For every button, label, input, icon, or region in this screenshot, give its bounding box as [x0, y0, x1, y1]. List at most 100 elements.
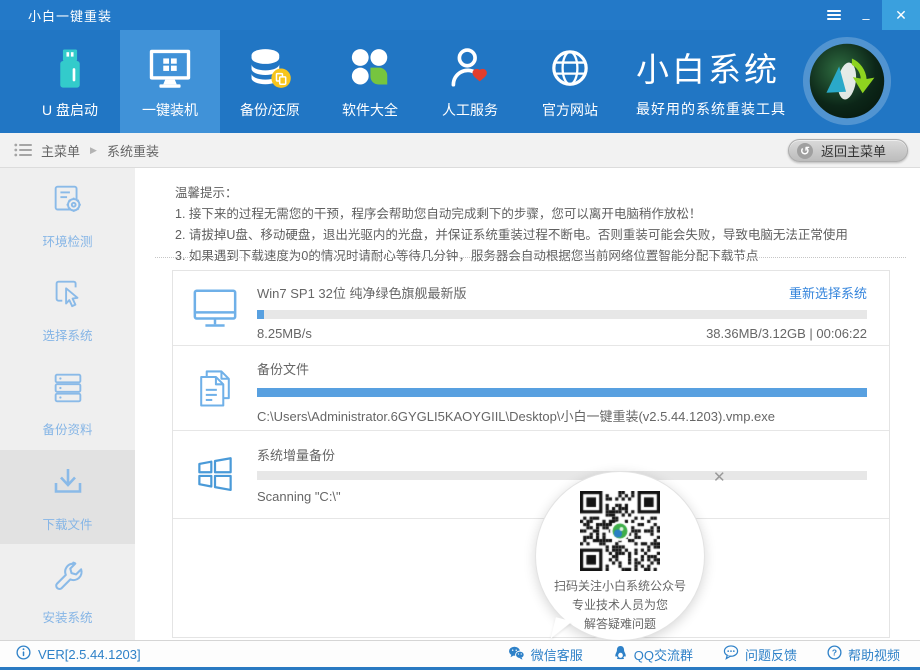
breadcrumb-current: 系统重装	[107, 141, 159, 160]
main-content: 温馨提示： 1. 接下来的过程无需您的干预，程序会帮助您自动完成剩下的步骤，您可…	[135, 168, 920, 640]
brand-subtitle: 最好用的系统重装工具	[636, 99, 786, 119]
sidebar-item-label: 备份资料	[42, 419, 92, 438]
nav-item-label: 人工服务	[442, 100, 498, 120]
back-arrow-icon: ↺	[797, 143, 813, 159]
sidebar-item-label: 下载文件	[42, 514, 92, 533]
window-controls: – ✕	[818, 0, 920, 30]
download-progress-fill	[257, 310, 264, 319]
qr-code	[580, 491, 660, 571]
footer-link-label: 帮助视频	[848, 645, 900, 664]
bubble-tail	[551, 617, 573, 642]
monitor-outline-icon	[173, 271, 257, 345]
monitor-icon	[144, 43, 196, 95]
env-check-icon	[49, 181, 87, 224]
select-system-icon	[49, 275, 87, 318]
qq-icon	[613, 645, 628, 663]
sidebar-item-label: 选择系统	[42, 325, 92, 344]
qr-caption-line: 扫码关注小白系统公众号	[536, 578, 704, 595]
apps-icon	[344, 43, 396, 95]
backup-file-path: C:\Users\Administrator.6GYGLI5KAOYGIIL\D…	[257, 406, 867, 425]
incremental-backup-title: 系统增量备份	[257, 445, 335, 464]
person-heart-icon	[444, 43, 496, 95]
nav-item-one-click-install[interactable]: 一键装机	[120, 30, 220, 133]
nav-item-label: 一键装机	[142, 100, 198, 120]
version-text: VER[2.5.44.1203]	[38, 647, 141, 662]
nav-item-label: 官方网站	[542, 100, 598, 120]
nav-bar: U 盘启动 一键装机	[0, 30, 920, 133]
nav-item-usb-boot[interactable]: U 盘启动	[20, 30, 120, 133]
sidebar-item-label: 安装系统	[42, 607, 92, 626]
nav-item-website[interactable]: 官方网站	[520, 30, 620, 133]
nav-item-software[interactable]: 软件大全	[320, 30, 420, 133]
nav-item-label: 软件大全	[342, 100, 398, 120]
download-speed: 8.25MB/s	[257, 326, 312, 341]
wechat-support-link[interactable]: 微信客服	[508, 645, 583, 664]
wrench-icon	[49, 557, 87, 600]
close-icon[interactable]: ✕	[882, 0, 920, 30]
brand-logo-icon	[800, 34, 894, 128]
tips-line: 2. 请拔掉U盘、移动硬盘，退出光驱内的光盘，并保证系统重装过程不断电。否则重装…	[175, 225, 848, 246]
back-to-main-menu-button[interactable]: ↺ 返回主菜单	[788, 139, 908, 162]
title-bar: 小白一键重装 – ✕	[0, 0, 920, 30]
download-row: Win7 SP1 32位 纯净绿色旗舰最新版 重新选择系统 8.25MB/s 3…	[173, 271, 889, 346]
backup-file-row: 备份文件 C:\Users\Administrator.6GYGLI5KAOYG…	[173, 346, 889, 431]
list-icon	[14, 143, 32, 157]
nav-item-label: 备份/还原	[240, 100, 300, 120]
database-icon	[244, 43, 296, 95]
breadcrumb: 主菜单 ▶ 系统重装 ↺ 返回主菜单	[0, 133, 920, 168]
tips-block: 温馨提示： 1. 接下来的过程无需您的干预，程序会帮助您自动完成剩下的步骤，您可…	[175, 183, 848, 267]
footer-link-label: 问题反馈	[745, 645, 797, 664]
breadcrumb-root[interactable]: 主菜单	[41, 141, 80, 160]
download-title: Win7 SP1 32位 纯净绿色旗舰最新版	[257, 283, 467, 302]
documents-icon	[173, 346, 257, 430]
tips-line: 1. 接下来的过程无需您的干预，程序会帮助您自动完成剩下的步骤，您可以离开电脑稍…	[175, 204, 848, 225]
reselect-system-link[interactable]: 重新选择系统	[789, 283, 867, 302]
help-video-link[interactable]: ? 帮助视频	[827, 645, 900, 664]
status-bar: VER[2.5.44.1203] 微信客服	[0, 640, 920, 670]
sidebar-item-label: 环境检测	[42, 231, 92, 250]
menu-icon[interactable]	[818, 0, 850, 30]
backup-file-title: 备份文件	[257, 359, 309, 378]
breadcrumb-arrow-icon: ▶	[90, 145, 97, 156]
nav-item-backup-restore[interactable]: 备份/还原	[220, 30, 320, 133]
sidebar-item-install-system[interactable]: 安装系统	[0, 544, 135, 638]
tips-title: 温馨提示：	[175, 183, 848, 204]
step-sidebar: 环境检测 选择系统 备份资料	[0, 168, 135, 640]
incremental-backup-row: 系统增量备份 Scanning "C:\"	[173, 431, 889, 519]
backup-progress-fill	[257, 388, 867, 397]
brand-block: 小白系统 最好用的系统重装工具	[636, 43, 786, 119]
qq-group-link[interactable]: QQ交流群	[613, 645, 693, 664]
wechat-icon	[508, 646, 525, 663]
qr-caption-line: 专业技术人员为您	[536, 597, 704, 614]
footer-links: 微信客服 QQ交流群 问题反馈 ?	[508, 641, 900, 667]
backup-data-icon	[49, 369, 87, 412]
footer-link-label: QQ交流群	[634, 645, 693, 664]
qr-popup: 扫码关注小白系统公众号 专业技术人员为您 解答疑难问题	[535, 471, 705, 641]
feedback-link[interactable]: 问题反馈	[723, 645, 797, 664]
version-block: VER[2.5.44.1203]	[16, 641, 141, 667]
info-icon	[16, 645, 31, 663]
download-progress-bar	[257, 310, 867, 319]
back-button-label: 返回主菜单	[821, 141, 886, 160]
windows-logo-icon	[173, 431, 257, 518]
usb-icon	[44, 43, 96, 95]
popup-close-icon[interactable]: ✕	[713, 468, 726, 486]
svg-text:?: ?	[832, 648, 837, 658]
nav-item-label: U 盘启动	[42, 100, 98, 120]
download-detail: 38.36MB/3.12GB | 00:06:22	[706, 326, 867, 341]
help-icon: ?	[827, 645, 842, 663]
window-title: 小白一键重装	[28, 6, 112, 25]
sidebar-item-download-files[interactable]: 下载文件	[0, 450, 135, 544]
sidebar-item-env-check[interactable]: 环境检测	[0, 168, 135, 262]
sidebar-item-backup-data[interactable]: 备份资料	[0, 356, 135, 450]
download-icon	[48, 462, 88, 507]
app-window: { "window": { "title": "小白一键重装" }, "glyp…	[0, 0, 920, 670]
backup-progress-bar	[257, 388, 867, 397]
sidebar-item-select-system[interactable]: 选择系统	[0, 262, 135, 356]
nav-item-support[interactable]: 人工服务	[420, 30, 520, 133]
feedback-icon	[723, 645, 739, 663]
brand-title: 小白系统	[636, 43, 786, 91]
progress-panel: Win7 SP1 32位 纯净绿色旗舰最新版 重新选择系统 8.25MB/s 3…	[172, 270, 890, 638]
globe-icon	[544, 43, 596, 95]
minimize-icon[interactable]: –	[850, 0, 882, 30]
